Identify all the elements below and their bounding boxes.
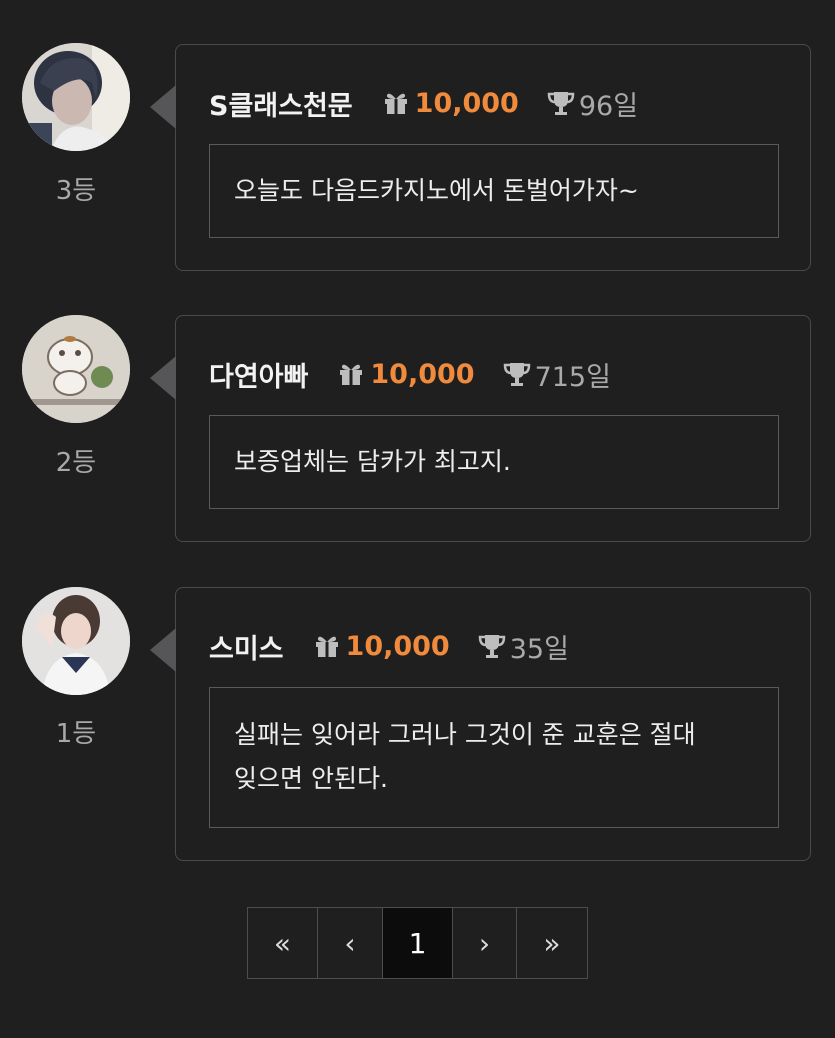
message-line: 잊으면 안된다. [234,764,388,793]
prev-page-button[interactable]: ‹ [318,908,383,978]
gift-icon [315,636,338,657]
points-value: 10,000 [414,87,519,119]
last-page-button[interactable]: » [517,908,587,978]
comment-message: 오늘도 다음드카지노에서 돈벌어가자~ [209,144,779,238]
avatar[interactable] [22,43,130,151]
avatar-image [22,587,130,695]
gift-icon [384,93,407,114]
message-text: 오늘도 다음드카지노에서 돈벌어가자~ [234,176,639,205]
comment-card: S클래스천문 10,000 96일 오늘도 다음드카지노에서 돈벌어가자~ [150,44,811,271]
card-meta: 스미스 10,000 35일 [209,626,569,666]
avatar[interactable] [22,587,130,695]
page-1-button[interactable]: 1 [383,908,453,978]
avatar-image [22,43,130,151]
trophy-icon [547,92,575,115]
avatar-image [22,315,130,423]
trophy-icon [478,635,505,658]
gift-icon [340,364,363,385]
days-value: 715일 [534,361,611,393]
nickname[interactable]: 스미스 [209,627,284,666]
card-meta: S클래스천문 10,000 96일 [209,83,638,123]
card-pointer [150,628,176,672]
card-pointer [150,85,176,129]
message-text: 보증업체는 담카가 최고지. [234,447,511,476]
card-pointer [150,356,176,400]
next-page-button[interactable]: › [453,908,517,978]
comment-card: 다연아빠 10,000 715일 보증업체는 담카가 최고지. [150,315,811,542]
nickname[interactable]: 다연아빠 [209,355,308,394]
points-value: 10,000 [345,630,450,662]
trophy-icon [503,363,530,386]
rank-label: 2등 [55,448,97,478]
comment-message: 보증업체는 담카가 최고지. [209,415,779,509]
first-page-button[interactable]: « [248,908,318,978]
days-value: 96일 [578,90,639,122]
days-value: 35일 [509,633,569,665]
comment-message: 실패는 잊어라 그러나 그것이 준 교훈은 절대 잊으면 안된다. [209,687,779,828]
rank-label: 3등 [55,176,97,206]
message-line: 실패는 잊어라 그러나 그것이 준 교훈은 절대 [234,720,696,749]
avatar[interactable] [22,315,130,423]
pagination: « ‹ 1 › » [247,907,588,979]
rank-label: 1등 [55,719,97,749]
comment-card: 스미스 10,000 35일 실패는 잊어라 그러나 그것이 준 교훈은 절대 … [150,587,811,861]
points-value: 10,000 [370,358,475,390]
card-meta: 다연아빠 10,000 715일 [209,354,611,394]
nickname[interactable]: S클래스천문 [209,84,353,123]
